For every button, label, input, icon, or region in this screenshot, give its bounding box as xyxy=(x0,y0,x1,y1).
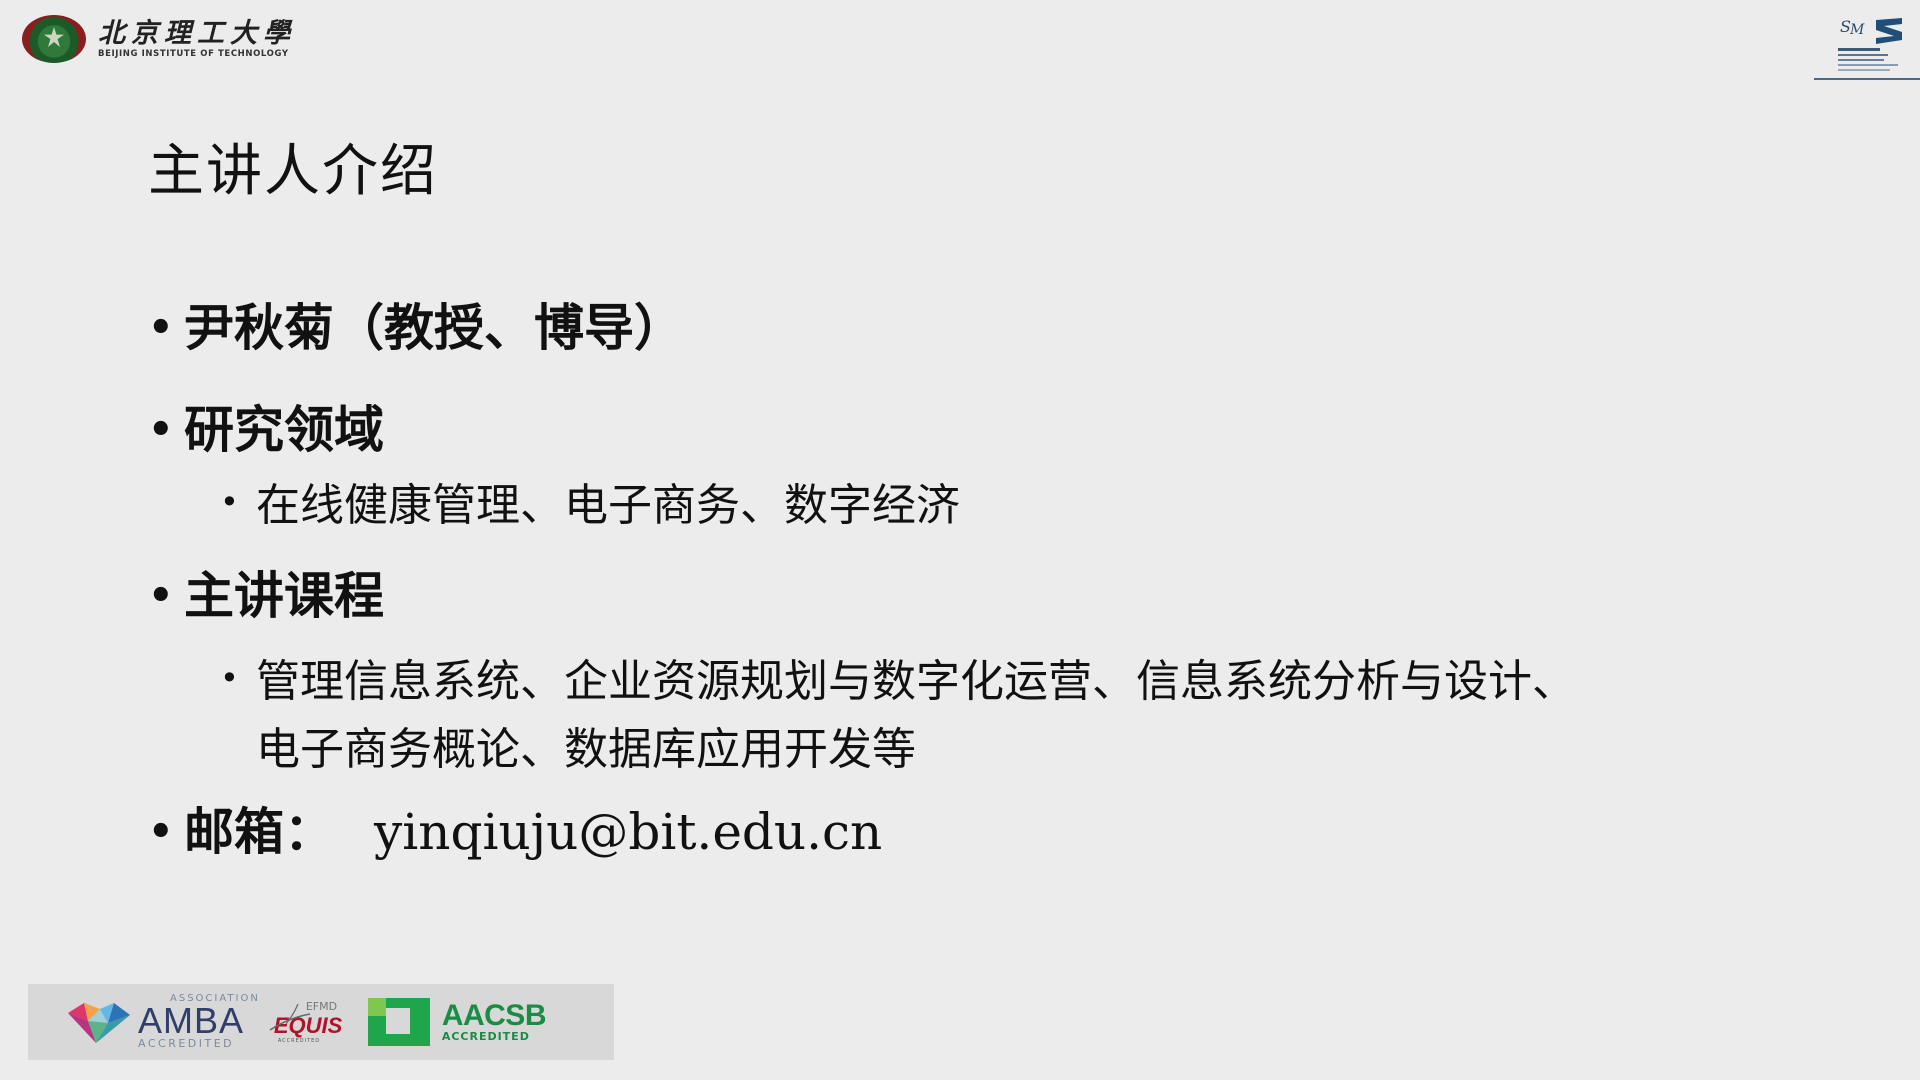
equis-swoosh-icon xyxy=(269,1004,310,1031)
research-item: • 在线健康管理、电子商务、数字经济 xyxy=(220,472,1748,540)
slide: 北京理工大學 BEIJING INSTITUTE OF TECHNOLOGY S… xyxy=(0,0,1920,1080)
university-name: 北京理工大學 BEIJING INSTITUTE OF TECHNOLOGY xyxy=(98,17,296,60)
courses-item: • 管理信息系统、企业资源规划与数字化运营、信息系统分析与设计、 电子商务概论、… xyxy=(220,648,1748,784)
aacsb-accredited: ACCREDITED xyxy=(441,1030,530,1043)
amba-accredited: ACCREDITED xyxy=(138,1037,235,1050)
university-name-cn: 北京理工大學 xyxy=(98,17,296,49)
sub-bullet-dot-icon: • xyxy=(220,483,239,521)
university-name-en: BEIJING INSTITUTE OF TECHNOLOGY xyxy=(98,48,289,59)
bullet-email: • 邮箱： yinqiuju@bit.edu.cn xyxy=(148,804,1748,860)
bullet-speaker: • 尹秋菊（教授、博导） xyxy=(148,300,1748,356)
bullet-dot-icon: • xyxy=(148,809,174,855)
equis-efmd: EFMD xyxy=(305,1000,338,1013)
university-logo: 北京理工大學 BEIJING INSTITUTE OF TECHNOLOGY xyxy=(22,14,296,64)
bullet-dot-icon: • xyxy=(148,407,174,453)
aacsb-logo: AACSB ACCREDITED xyxy=(441,999,547,1043)
amba-logo: ASSOCIATION AMBA ACCREDITED xyxy=(138,994,260,1050)
amba-gem-icon xyxy=(68,1003,130,1043)
bullet-dot-icon: • xyxy=(148,305,174,351)
aacsb-square-icon xyxy=(367,998,430,1046)
courses-heading: 主讲课程 xyxy=(184,567,384,625)
courses-text-line-2: 电子商务概论、数据库应用开发等 xyxy=(256,724,916,775)
amba-name: AMBA xyxy=(138,1000,245,1041)
equis-logo: EFMD EQUIS ACCREDITED xyxy=(268,1000,350,1044)
accreditation-strip: ASSOCIATION AMBA ACCREDITED EFMD EQUIS A… xyxy=(28,984,614,1060)
bit-emblem-icon xyxy=(22,15,86,63)
research-heading: 研究领域 xyxy=(184,401,384,459)
svg-text:M: M xyxy=(1849,22,1865,38)
equis-accredited: ACCREDITED xyxy=(277,1038,321,1044)
header-divider xyxy=(1814,78,1920,80)
bullet-courses: • 主讲课程 xyxy=(148,568,1748,624)
bullet-dot-icon: • xyxy=(148,573,174,619)
slide-content: • 尹秋菊（教授、博导） • 研究领域 • 在线健康管理、电子商务、数字经济 •… xyxy=(148,300,1748,860)
research-text: 在线健康管理、电子商务、数字经济 xyxy=(256,480,960,531)
aacsb-name: AACSB xyxy=(441,999,547,1032)
sme-logo-icon: S M xyxy=(1838,17,1902,71)
email-heading: 邮箱： xyxy=(184,803,334,861)
bullet-research: • 研究领域 xyxy=(148,402,1748,458)
speaker-name: 尹秋菊（教授、博导） xyxy=(184,299,684,357)
courses-text-line-1: 管理信息系统、企业资源规划与数字化运营、信息系统分析与设计、 xyxy=(256,656,1576,707)
sub-bullet-dot-icon: • xyxy=(220,659,239,697)
email-address[interactable]: yinqiuju@bit.edu.cn xyxy=(374,803,882,861)
slide-title: 主讲人介绍 xyxy=(148,139,438,204)
